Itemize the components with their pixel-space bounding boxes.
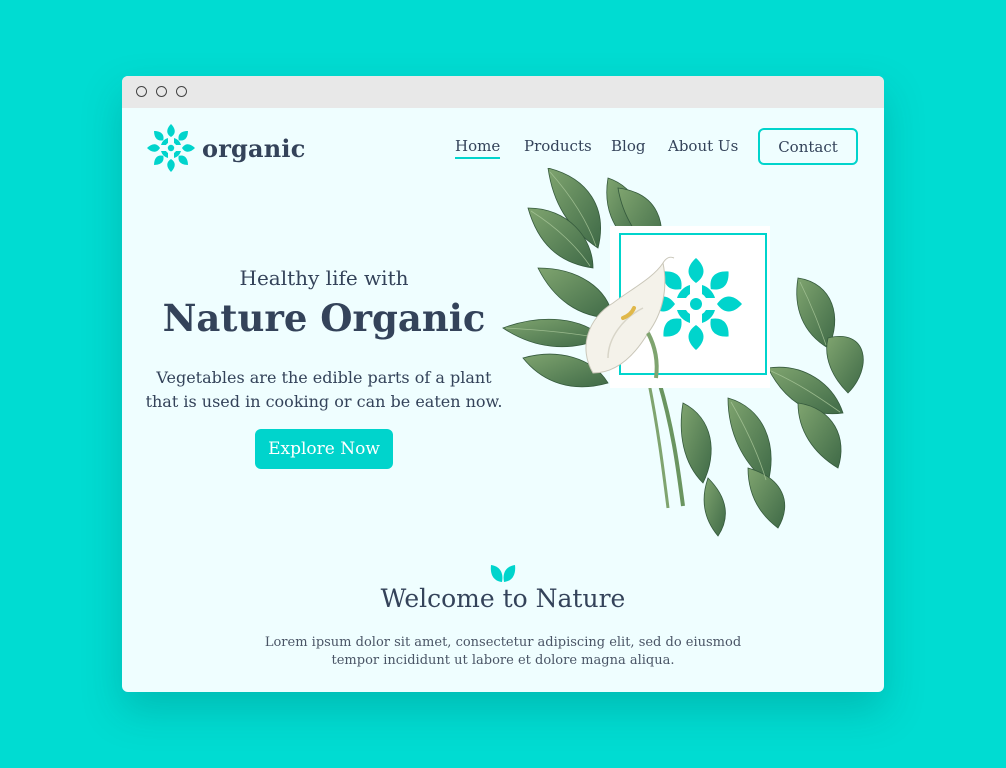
nav-item-products[interactable]: Products — [524, 137, 592, 155]
nav-item-blog[interactable]: Blog — [611, 137, 645, 155]
hero-illustration — [502, 168, 864, 537]
contact-button[interactable]: Contact — [758, 128, 858, 165]
window-close-button[interactable] — [136, 86, 147, 97]
window-titlebar — [122, 76, 884, 108]
browser-window: organic Home Products Blog About Us Cont… — [122, 76, 884, 692]
window-maximize-button[interactable] — [176, 86, 187, 97]
hero-title: Nature Organic — [162, 296, 486, 340]
section-title: Welcome to Nature — [380, 584, 626, 613]
nav-item-about-us[interactable]: About Us — [668, 137, 738, 155]
leaf-icon — [490, 565, 516, 582]
section-body: Lorem ipsum dolor sit amet, consectetur … — [264, 635, 742, 668]
explore-now-button[interactable]: Explore Now — [255, 429, 393, 469]
window-minimize-button[interactable] — [156, 86, 167, 97]
hero-description: Vegetables are the edible parts of a pla… — [145, 368, 503, 411]
nav-item-home[interactable]: Home — [455, 137, 501, 159]
hero-subtitle: Healthy life with — [239, 266, 409, 290]
